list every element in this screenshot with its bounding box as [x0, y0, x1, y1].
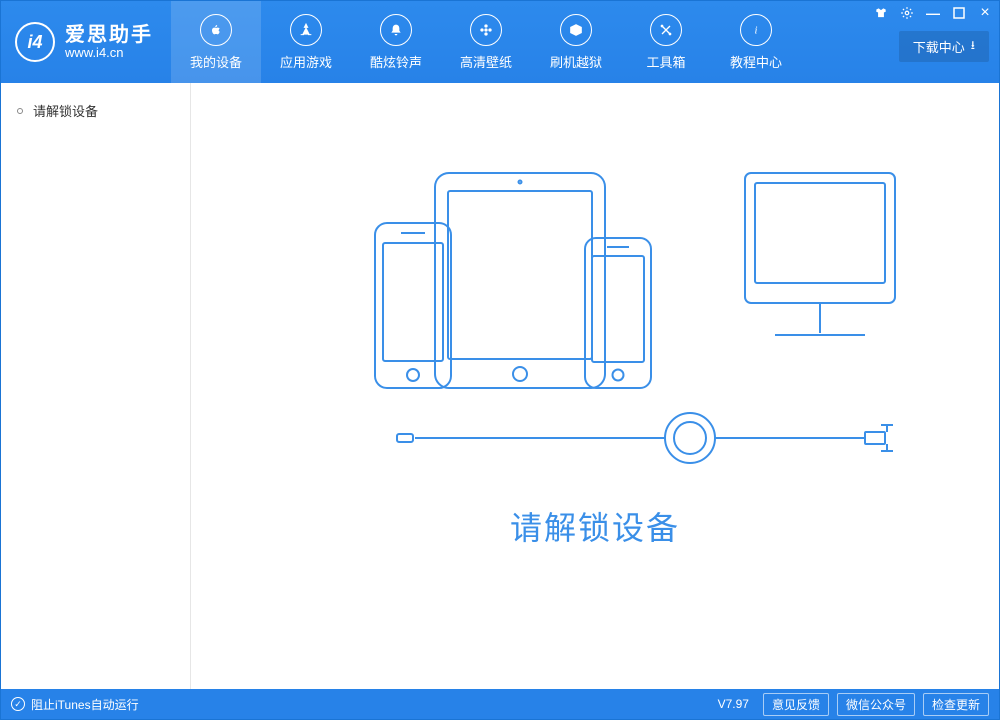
- nav-label: 刷机越狱: [550, 52, 602, 71]
- minimize-icon[interactable]: —: [925, 5, 941, 21]
- device-illustration: [275, 143, 915, 473]
- nav-label: 酷炫铃声: [370, 52, 422, 71]
- tools-icon: [650, 14, 682, 46]
- apple-icon: [200, 14, 232, 46]
- close-icon[interactable]: ×: [977, 5, 993, 21]
- download-center-button[interactable]: 下载中心 ⭳: [899, 31, 989, 62]
- feedback-button[interactable]: 意见反馈: [763, 693, 829, 716]
- app-url: www.i4.cn: [65, 46, 153, 60]
- footer: ✓ 阻止iTunes自动运行 V7.97 意见反馈 微信公众号 检查更新: [1, 689, 999, 719]
- nav-my-device[interactable]: 我的设备: [171, 1, 261, 83]
- settings-icon[interactable]: [899, 5, 915, 21]
- nav-wallpapers[interactable]: 高清壁纸: [441, 1, 531, 83]
- nav-ringtones[interactable]: 酷炫铃声: [351, 1, 441, 83]
- skin-icon[interactable]: [873, 5, 889, 21]
- check-icon[interactable]: ✓: [11, 697, 25, 711]
- nav-flash-jailbreak[interactable]: 刷机越狱: [531, 1, 621, 83]
- logo-icon: i4: [15, 22, 55, 62]
- app-name: 爱思助手: [65, 24, 153, 46]
- nav-label: 应用游戏: [280, 52, 332, 71]
- nav-label: 高清壁纸: [460, 52, 512, 71]
- box-icon: [560, 14, 592, 46]
- version-label: V7.97: [718, 697, 749, 711]
- logo: i4 爱思助手 www.i4.cn: [1, 1, 171, 83]
- nav: 我的设备 应用游戏 酷炫铃声 高清壁纸: [171, 1, 801, 83]
- main-area: 请解锁设备: [191, 83, 999, 689]
- info-icon: i: [740, 14, 772, 46]
- svg-text:i: i: [755, 25, 758, 36]
- maximize-icon[interactable]: [951, 5, 967, 21]
- sidebar-item-unlock[interactable]: 请解锁设备: [1, 93, 190, 128]
- bullet-icon: [17, 108, 23, 114]
- nav-toolbox[interactable]: 工具箱: [621, 1, 711, 83]
- nav-apps-games[interactable]: 应用游戏: [261, 1, 351, 83]
- bell-icon: [380, 14, 412, 46]
- nav-label: 工具箱: [646, 52, 685, 71]
- main-message: 请解锁设备: [510, 503, 680, 549]
- block-itunes-label[interactable]: 阻止iTunes自动运行: [31, 696, 139, 713]
- flower-icon: [470, 14, 502, 46]
- header: i4 爱思助手 www.i4.cn 我的设备 应用游戏: [1, 1, 999, 83]
- nav-tutorials[interactable]: i 教程中心: [711, 1, 801, 83]
- wechat-button[interactable]: 微信公众号: [837, 693, 915, 716]
- appstore-icon: [290, 14, 322, 46]
- sidebar-item-label: 请解锁设备: [33, 101, 98, 120]
- download-center-label: 下载中心: [913, 37, 965, 56]
- check-update-button[interactable]: 检查更新: [923, 693, 989, 716]
- window-controls: — ×: [873, 5, 993, 21]
- nav-label: 我的设备: [190, 52, 242, 71]
- download-icon: ⭳: [971, 36, 975, 57]
- nav-label: 教程中心: [730, 52, 782, 71]
- sidebar: 请解锁设备: [1, 83, 191, 689]
